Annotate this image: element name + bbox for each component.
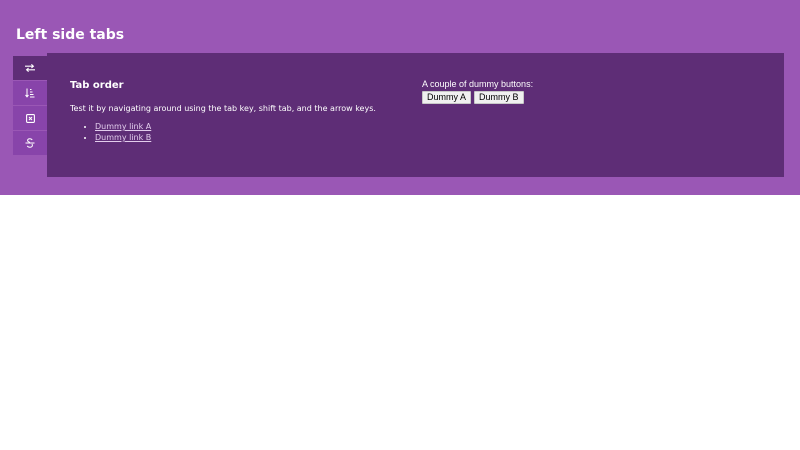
page-title: Left side tabs [16, 27, 125, 43]
list-item: Dummy link B [95, 132, 400, 143]
tab-square-x[interactable] [13, 106, 47, 130]
panel-main-content: Tab order Test it by navigating around u… [70, 79, 400, 143]
header-banner: Left side tabs Tab order Test it by navi… [0, 0, 800, 195]
dummy-link-a[interactable]: Dummy link A [95, 122, 151, 131]
list-item: Dummy link A [95, 121, 400, 132]
dummy-b-button[interactable]: Dummy B [474, 91, 524, 104]
dummy-a-button[interactable]: Dummy A [422, 91, 472, 104]
buttons-label: A couple of dummy buttons: [422, 79, 534, 89]
tab-list [13, 56, 47, 156]
square-x-icon [25, 113, 35, 123]
panel-buttons-area: A couple of dummy buttons: Dummy A Dummy… [422, 79, 533, 104]
strikethrough-icon [25, 138, 35, 148]
arrows-exchange-icon [25, 64, 35, 72]
panel-description: Test it by navigating around using the t… [70, 104, 376, 113]
dummy-link-list: Dummy link A Dummy link B [70, 121, 400, 143]
tab-strikethrough[interactable] [13, 131, 47, 155]
tab-panel: Tab order Test it by navigating around u… [47, 53, 784, 177]
sort-descending-icon [25, 88, 35, 98]
panel-heading: Tab order [70, 80, 124, 91]
tab-sort-descending[interactable] [13, 81, 47, 105]
tab-arrows-exchange[interactable] [13, 56, 47, 80]
dummy-link-b[interactable]: Dummy link B [95, 133, 151, 142]
button-row: Dummy A Dummy B [422, 91, 533, 104]
